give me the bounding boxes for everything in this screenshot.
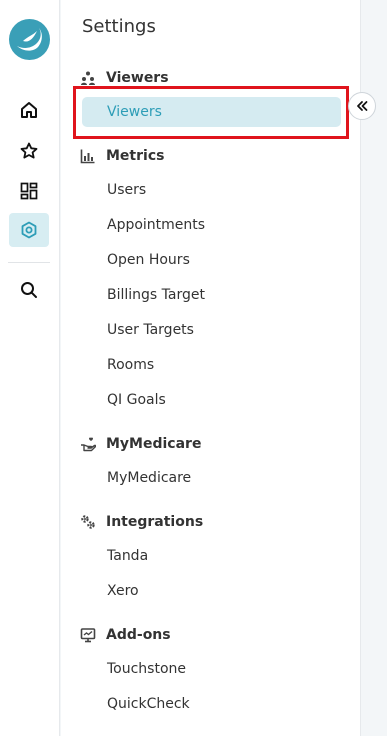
integrations-icon [79, 513, 97, 531]
section-label: Viewers [106, 70, 169, 86]
menu-item-rooms[interactable]: Rooms [107, 355, 154, 375]
section-label: Integrations [106, 514, 204, 530]
section-label: MyMedicare [106, 436, 202, 452]
section-label: Metrics [106, 148, 165, 164]
search-icon[interactable] [9, 273, 49, 307]
dashboard-icon[interactable] [9, 174, 49, 208]
viewers-icon [79, 69, 97, 87]
section-integrations: Integrations [79, 512, 203, 532]
page-title: Settings [82, 16, 156, 37]
addons-icon [79, 626, 97, 644]
settings-icon[interactable] [9, 213, 49, 247]
menu-item-xero[interactable]: Xero [107, 581, 139, 601]
menu-item-tanda[interactable]: Tanda [107, 546, 148, 566]
hand-heart-icon [79, 435, 97, 453]
menu-item-user-targets[interactable]: User Targets [107, 320, 194, 340]
collapse-button[interactable] [348, 92, 376, 120]
logo-icon[interactable] [9, 19, 50, 60]
section-addons: Add-ons [79, 625, 171, 645]
menu-item-quickcheck[interactable]: QuickCheck [107, 694, 190, 714]
home-icon[interactable] [9, 93, 49, 127]
menu-item-billings-target[interactable]: Billings Target [107, 285, 205, 305]
highlight-box [73, 86, 349, 139]
menu-item-mymedicare[interactable]: MyMedicare [107, 468, 191, 488]
rail-divider [8, 262, 50, 263]
menu-item-appointments[interactable]: Appointments [107, 215, 205, 235]
section-label: Add-ons [106, 627, 171, 643]
menu-item-touchstone[interactable]: Touchstone [107, 659, 186, 679]
double-chevron-left-icon [355, 99, 369, 113]
menu-item-open-hours[interactable]: Open Hours [107, 250, 190, 270]
star-icon[interactable] [9, 134, 49, 168]
metrics-icon [79, 147, 97, 165]
section-metrics: Metrics [79, 146, 164, 166]
section-viewers: Viewers [79, 68, 169, 88]
section-mymedicare: MyMedicare [79, 434, 201, 454]
left-rail [0, 0, 60, 736]
menu-item-users[interactable]: Users [107, 180, 146, 200]
menu-item-qi-goals[interactable]: QI Goals [107, 390, 166, 410]
